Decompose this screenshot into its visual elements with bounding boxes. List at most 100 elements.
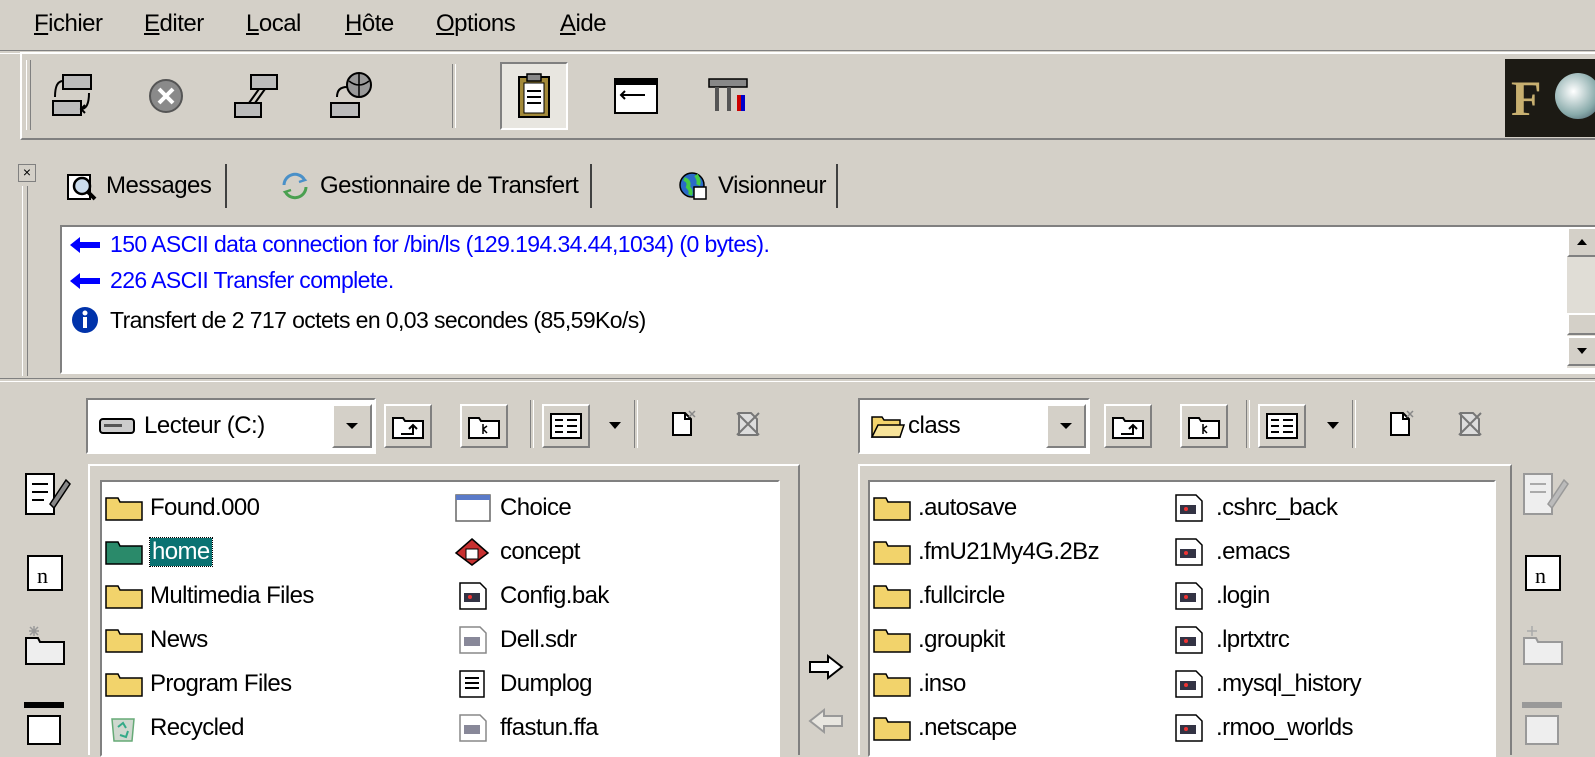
remote-new-folder-icon[interactable]: [1518, 620, 1570, 672]
list-item[interactable]: .autosave: [872, 488, 1017, 528]
local-drive-dropdown[interactable]: [332, 404, 372, 448]
chevron-down-icon: [1327, 422, 1339, 429]
tab-viewer[interactable]: Visionneur: [676, 164, 838, 208]
folder-icon: [873, 541, 911, 565]
tab-label: Visionneur: [718, 172, 826, 199]
scroll-thumb[interactable]: [1567, 313, 1595, 335]
local-view-mode-button[interactable]: [542, 404, 590, 448]
list-item[interactable]: Dumplog: [454, 664, 592, 704]
log-line: 150 ASCII data connection for /bin/ls (1…: [68, 231, 770, 258]
list-item[interactable]: .fullcircle: [872, 576, 1005, 616]
list-item[interactable]: .inso: [872, 664, 966, 704]
list-item[interactable]: .groupkit: [872, 620, 1005, 660]
log-text: 150 ASCII data connection for /bin/ls (1…: [110, 231, 770, 257]
list-item[interactable]: .emacs: [1170, 532, 1290, 572]
list-item[interactable]: Dell.sdr: [454, 620, 577, 660]
list-item[interactable]: Config.bak: [454, 576, 609, 616]
folder-icon: [105, 673, 143, 697]
remote-parent-dir-button[interactable]: [1104, 404, 1152, 448]
edit-file-icon[interactable]: [20, 468, 72, 520]
list-item[interactable]: concept: [454, 532, 580, 572]
scroll-up-button[interactable]: [1567, 227, 1595, 257]
local-file-list[interactable]: Found.000 home Multimedia Files News Pro…: [100, 480, 780, 757]
file-icon: [459, 582, 487, 610]
stop-icon: [149, 79, 183, 113]
reconnect-button[interactable]: [318, 62, 386, 130]
download-arrow-icon[interactable]: [806, 706, 846, 736]
folder-button-icon: [468, 417, 500, 439]
list-item[interactable]: .rmoo_worlds: [1170, 708, 1353, 748]
list-view-icon: [1266, 413, 1298, 439]
local-view-dropdown[interactable]: [608, 418, 622, 436]
menu-fichier[interactable]: Fichier: [34, 10, 103, 38]
list-item[interactable]: .netscape: [872, 708, 1017, 748]
remote-new-folder-button[interactable]: [1180, 404, 1228, 448]
menu-editer[interactable]: Editer: [144, 10, 204, 38]
list-item[interactable]: Multimedia Files: [104, 576, 314, 616]
magnifier-icon: [67, 174, 97, 201]
menu-local[interactable]: Local: [246, 10, 301, 38]
panel-grip[interactable]: [22, 186, 28, 376]
connect-icon: [52, 74, 92, 116]
remote-view-dropdown[interactable]: [1326, 418, 1340, 436]
list-item[interactable]: .fmU21My4G.2Bz: [872, 532, 1100, 572]
disconnect-button[interactable]: [222, 62, 290, 130]
window-button[interactable]: [602, 62, 670, 130]
new-folder-sparkle-icon[interactable]: [20, 620, 72, 672]
list-item[interactable]: News: [104, 620, 208, 660]
close-panel-icon[interactable]: ×: [18, 164, 36, 182]
tab-bar: × Messages Gestionnaire de Transfert Vis…: [0, 150, 1595, 376]
list-item[interactable]: .lprtxtrc: [1170, 620, 1290, 660]
file-icon: [459, 714, 487, 742]
list-item[interactable]: Program Files: [104, 664, 292, 704]
connect-button[interactable]: [38, 62, 106, 130]
list-item[interactable]: .cshrc_back: [1170, 488, 1338, 528]
folder-icon: [873, 717, 911, 741]
local-location-value: Lecteur (C:): [144, 412, 265, 439]
view-file-icon[interactable]: n: [20, 548, 72, 600]
new-file-icon: [672, 410, 696, 436]
menu-hote[interactable]: Hôte: [345, 10, 394, 38]
remote-dir-dropdown[interactable]: [1046, 404, 1086, 448]
local-new-folder-button[interactable]: [460, 404, 508, 448]
tools-button[interactable]: [694, 62, 762, 130]
upload-arrow-icon[interactable]: [806, 652, 846, 682]
remote-view-file-icon[interactable]: n: [1518, 548, 1570, 600]
remote-edit-file-icon[interactable]: [1518, 468, 1570, 520]
stop-button[interactable]: [132, 62, 200, 130]
remote-dir-select[interactable]: class: [858, 398, 1090, 454]
folder-icon: [873, 585, 911, 609]
list-item[interactable]: ffastun.ffa: [454, 708, 599, 748]
local-parent-dir-button[interactable]: [384, 404, 432, 448]
local-delete-button[interactable]: [726, 404, 770, 444]
file-icon: [1175, 538, 1203, 566]
log-scrollbar[interactable]: [1567, 227, 1595, 368]
log-view-button[interactable]: [500, 62, 568, 130]
rename-icon[interactable]: [20, 694, 72, 746]
local-new-file-button[interactable]: [660, 404, 704, 444]
tab-transfer-manager[interactable]: Gestionnaire de Transfert: [278, 164, 593, 208]
list-item[interactable]: home: [104, 532, 213, 572]
remote-location-value: class: [908, 412, 961, 439]
toolbar-grip[interactable]: [26, 60, 31, 130]
remote-new-file-button[interactable]: [1378, 404, 1422, 444]
list-item[interactable]: Choice: [454, 488, 572, 528]
remote-view-mode-button[interactable]: [1258, 404, 1306, 448]
file-icon: [1175, 670, 1203, 698]
remote-rename-icon[interactable]: [1518, 694, 1570, 746]
panel-divider: [0, 378, 1595, 382]
toolbar-separator: [1246, 400, 1250, 448]
remote-delete-button[interactable]: [1448, 404, 1492, 444]
message-log[interactable]: 150 ASCII data connection for /bin/ls (1…: [60, 225, 1595, 374]
list-item[interactable]: .login: [1170, 576, 1270, 616]
scroll-down-button[interactable]: [1567, 336, 1595, 366]
parent-folder-icon: [392, 417, 424, 439]
list-item[interactable]: Recycled: [104, 708, 245, 748]
list-item[interactable]: Found.000: [104, 488, 260, 528]
remote-file-list[interactable]: .autosave .fmU21My4G.2Bz .fullcircle .gr…: [868, 480, 1496, 757]
menu-options[interactable]: Options: [436, 10, 516, 38]
tab-messages[interactable]: Messages: [64, 164, 228, 208]
list-item[interactable]: .mysql_history: [1170, 664, 1362, 704]
local-drive-select[interactable]: Lecteur (C:): [86, 398, 376, 454]
menu-aide[interactable]: Aide: [560, 10, 607, 38]
